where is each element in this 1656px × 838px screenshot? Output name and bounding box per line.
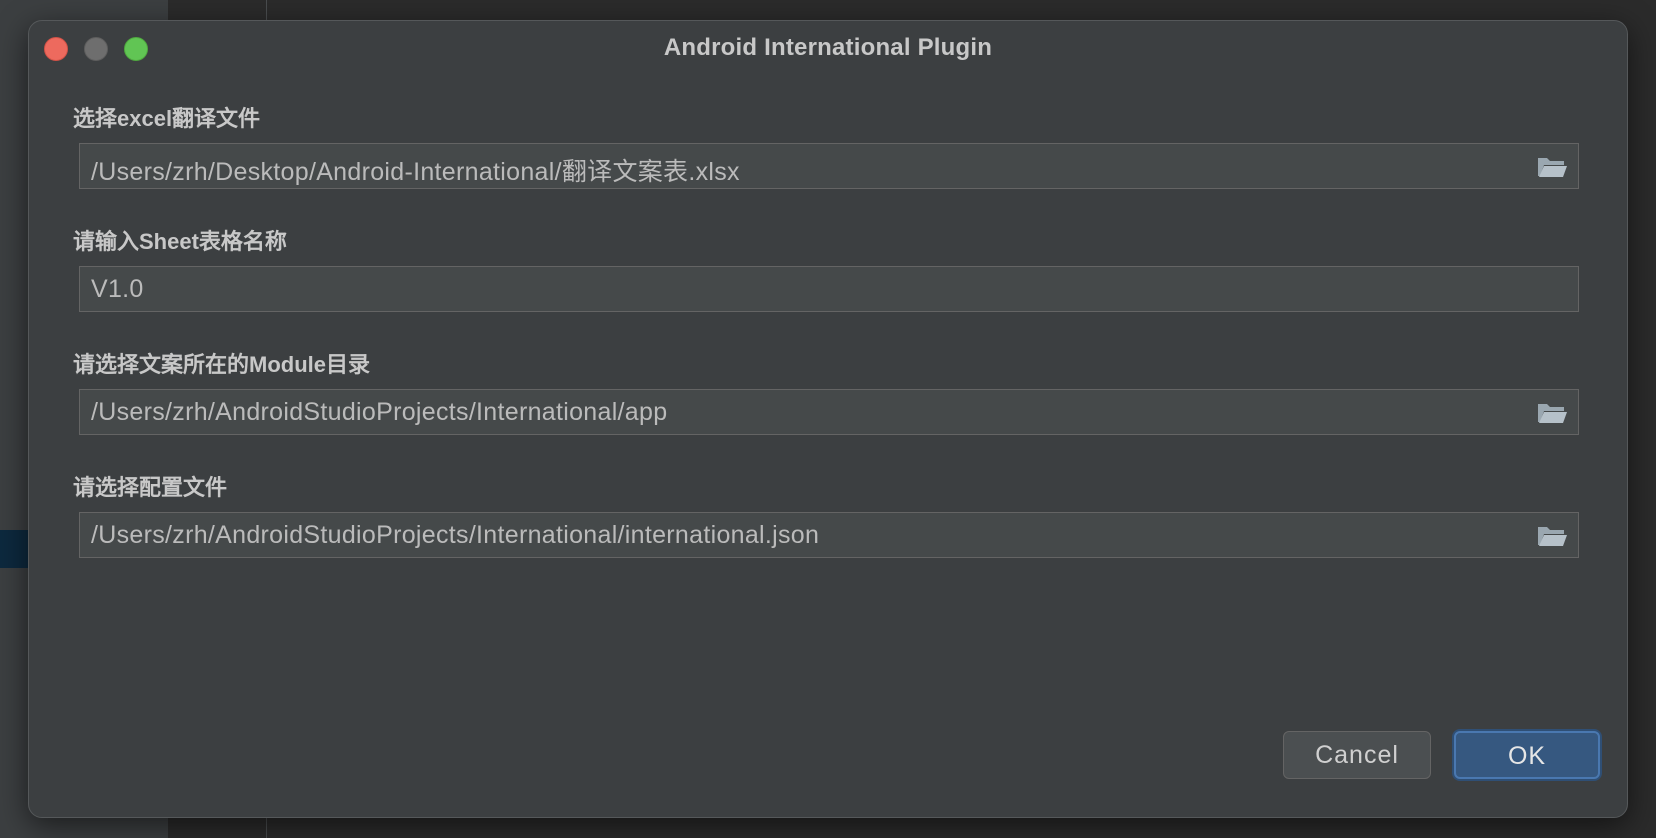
cancel-button[interactable]: Cancel [1283,731,1431,779]
folder-open-icon[interactable] [1536,401,1568,425]
dialog-title: Android International Plugin [663,34,993,61]
excel-file-field[interactable]: /Users/zrh/Desktop/Android-International… [79,143,1579,189]
sheet-name-input[interactable]: V1.0 [79,266,1579,312]
excel-file-label: 选择excel翻译文件 [73,106,261,131]
sheet-name-label: 请输入Sheet表格名称 [73,229,287,254]
folder-open-icon[interactable] [1536,155,1568,179]
plugin-dialog: Android International Plugin 选择excel翻译文件… [28,20,1628,818]
module-dir-value: /Users/zrh/AndroidStudioProjects/Interna… [91,398,668,426]
excel-file-value: /Users/zrh/Desktop/Android-International… [91,158,740,186]
folder-open-icon[interactable] [1536,524,1568,548]
ide-selected-row [0,530,28,568]
module-dir-label: 请选择文案所在的Module目录 [73,352,370,377]
ok-button[interactable]: OK [1454,731,1600,779]
config-file-label: 请选择配置文件 [73,475,228,500]
dialog-titlebar: Android International Plugin [29,21,1627,73]
config-file-value: /Users/zrh/AndroidStudioProjects/Interna… [91,521,820,549]
module-dir-field[interactable]: /Users/zrh/AndroidStudioProjects/Interna… [79,389,1579,435]
sheet-name-value: V1.0 [91,275,144,303]
config-file-field[interactable]: /Users/zrh/AndroidStudioProjects/Interna… [79,512,1579,558]
